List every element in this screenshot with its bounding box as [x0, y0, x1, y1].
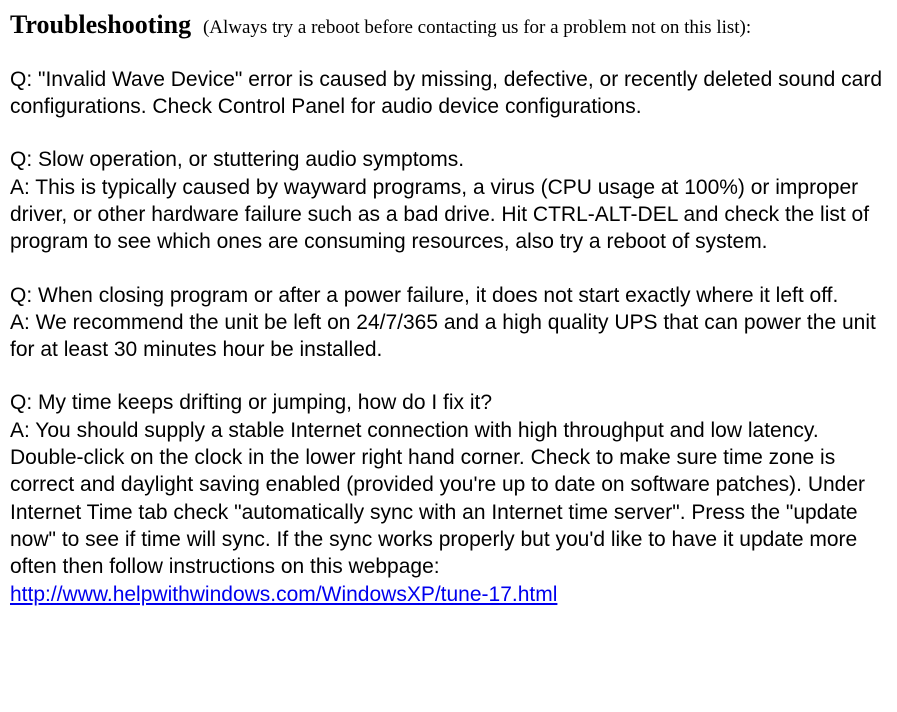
qa-item-2: Q: Slow operation, or stuttering audio s…	[10, 146, 887, 255]
answer-prefix: A: You should supply a stable Internet c…	[10, 419, 865, 578]
question-text: Q: My time keeps drifting or jumping, ho…	[10, 389, 887, 416]
question-text: Q: "Invalid Wave Device" error is caused…	[10, 66, 887, 121]
question-text: Q: When closing program or after a power…	[10, 282, 887, 309]
qa-item-4: Q: My time keeps drifting or jumping, ho…	[10, 389, 887, 607]
answer-text: A: This is typically caused by wayward p…	[10, 174, 887, 256]
document-header: Troubleshooting (Always try a reboot bef…	[10, 8, 887, 42]
answer-text: A: You should supply a stable Internet c…	[10, 417, 887, 608]
qa-item-3: Q: When closing program or after a power…	[10, 282, 887, 364]
page-subtitle: (Always try a reboot before contacting u…	[203, 17, 751, 38]
external-link[interactable]: http://www.helpwithwindows.com/WindowsXP…	[10, 583, 557, 606]
qa-item-1: Q: "Invalid Wave Device" error is caused…	[10, 66, 887, 121]
answer-text: A: We recommend the unit be left on 24/7…	[10, 309, 887, 364]
question-text: Q: Slow operation, or stuttering audio s…	[10, 146, 887, 173]
page-title: Troubleshooting	[10, 10, 191, 39]
